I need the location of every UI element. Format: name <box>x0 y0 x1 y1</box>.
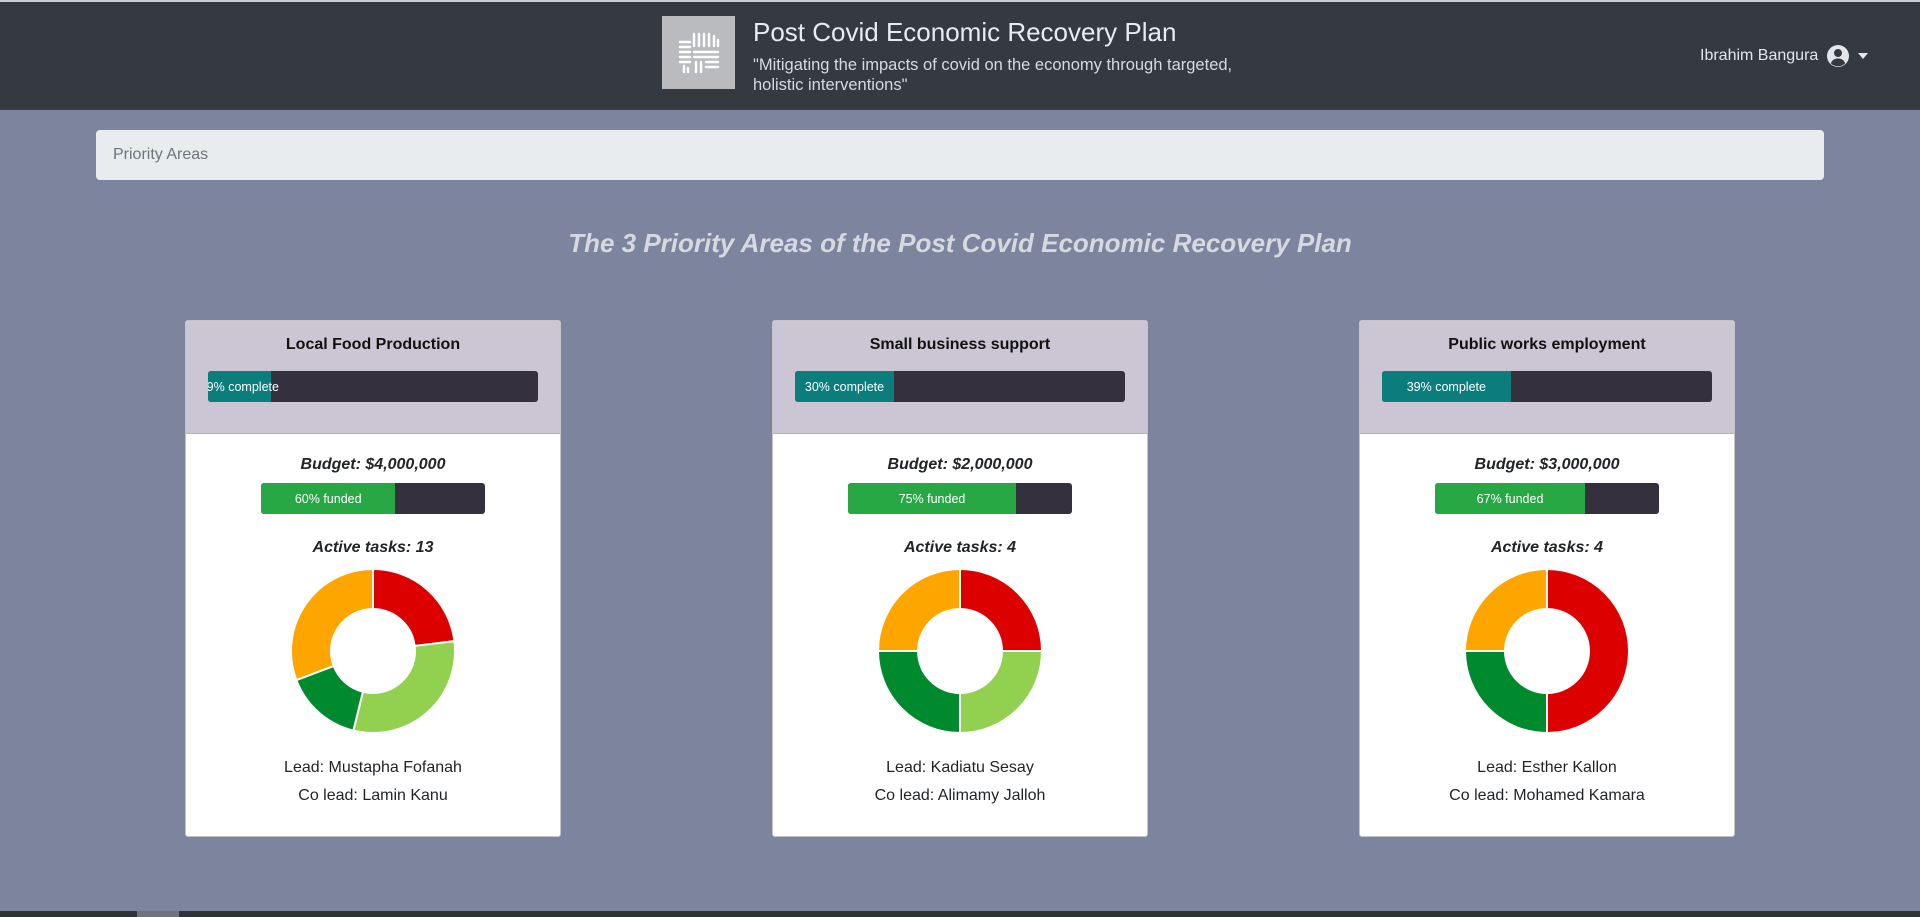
completion-progress-label: 19% complete <box>208 379 279 394</box>
colead-name: Co lead: Lamin Kanu <box>298 787 448 804</box>
funding-progress-fill: 75% funded <box>848 483 1016 514</box>
funding-progress-label: 75% funded <box>898 491 966 506</box>
budget-label: Budget: $2,000,000 <box>887 456 1033 473</box>
app-title: Post Covid Economic Recovery Plan <box>753 17 1177 47</box>
maze-pattern-logo-icon[interactable] <box>662 16 735 89</box>
user-menu-dropdown[interactable]: Ibrahim Bangura <box>1700 44 1869 68</box>
donut-slice-dark-green[interactable] <box>1464 650 1548 734</box>
funding-progress-label: 67% funded <box>1476 491 1544 506</box>
card-header: Public works employment 39% complete <box>1360 321 1734 434</box>
bottom-scrollbar-thumb[interactable] <box>137 911 179 917</box>
active-tasks-label: Active tasks: 4 <box>903 539 1017 556</box>
donut-slice-orange[interactable] <box>290 568 374 682</box>
card-title: Local Food Production <box>285 336 461 353</box>
logo-graphic <box>678 32 719 73</box>
completion-progress-fill: 30% complete <box>795 371 894 402</box>
colead-name: Co lead: Alimamy Jalloh <box>874 787 1046 804</box>
funding-progress-bar: 67% funded <box>1435 483 1659 514</box>
completion-progress-label: 30% complete <box>804 379 885 394</box>
card-header: Small business support 30% complete <box>773 321 1147 434</box>
breadcrumb: Priority Areas <box>96 130 1824 180</box>
task-status-donut-chart[interactable] <box>1464 568 1630 734</box>
budget-label: Budget: $3,000,000 <box>1474 456 1620 473</box>
completion-progress-label: 39% complete <box>1406 379 1486 394</box>
priority-area-card-small-business-support[interactable]: Small business support 30% complete Budg… <box>772 320 1148 837</box>
donut-slice-red[interactable] <box>1546 568 1630 734</box>
donut-slice-light-green[interactable] <box>352 640 456 734</box>
donut-slice-red[interactable] <box>959 568 1043 652</box>
budget-label: Budget: $4,000,000 <box>300 456 446 473</box>
completion-progress-fill: 39% complete <box>1382 371 1511 402</box>
task-status-donut-chart[interactable] <box>877 568 1043 734</box>
donut-slice-dark-green[interactable] <box>877 650 961 734</box>
task-status-donut-chart[interactable] <box>290 568 456 734</box>
funding-progress-label: 60% funded <box>294 491 362 506</box>
lead-name: Lead: Kadiatu Sesay <box>886 759 1034 776</box>
card-header: Local Food Production 19% complete <box>186 321 560 434</box>
breadcrumb-item-priority-areas: Priority Areas <box>113 146 209 163</box>
page-heading: The 3 Priority Areas of the Post Covid E… <box>568 228 1352 258</box>
donut-slice-orange[interactable] <box>1464 568 1548 652</box>
completion-progress-bar: 39% complete <box>1382 371 1712 402</box>
chevron-down-icon <box>1858 53 1869 59</box>
user-name: Ibrahim Bangura <box>1700 47 1819 64</box>
card-title: Small business support <box>869 336 1051 353</box>
funding-progress-fill: 67% funded <box>1435 483 1586 514</box>
priority-area-card-public-works-employment[interactable]: Public works employment 39% complete Bud… <box>1359 320 1735 837</box>
donut-slice-light-green[interactable] <box>959 650 1043 734</box>
bottom-scrollbar-track <box>0 911 1920 917</box>
donut-slice-orange[interactable] <box>877 568 961 652</box>
completion-progress-bar: 30% complete <box>795 371 1125 402</box>
colead-name: Co lead: Mohamed Kamara <box>1449 787 1645 804</box>
app-subtitle: "Mitigating the impacts of covid on the … <box>753 56 1233 94</box>
lead-name: Lead: Esther Kallon <box>1477 759 1617 776</box>
user-circle-icon <box>1827 45 1850 67</box>
lead-name: Lead: Mustapha Fofanah <box>284 759 462 776</box>
funding-progress-bar: 60% funded <box>261 483 485 514</box>
top-navbar: Post Covid Economic Recovery Plan "Mitig… <box>0 0 1920 110</box>
funding-progress-fill: 60% funded <box>261 483 396 514</box>
completion-progress-bar: 19% complete <box>208 371 538 402</box>
active-tasks-label: Active tasks: 4 <box>1490 539 1604 556</box>
card-title: Public works employment <box>1448 336 1646 353</box>
donut-slice-red[interactable] <box>372 568 456 648</box>
funding-progress-bar: 75% funded <box>848 483 1072 514</box>
active-tasks-label: Active tasks: 13 <box>312 539 434 556</box>
completion-progress-fill: 19% complete <box>208 371 279 402</box>
priority-area-card-local-food-production[interactable]: Local Food Production 19% complete Budge… <box>185 320 561 837</box>
